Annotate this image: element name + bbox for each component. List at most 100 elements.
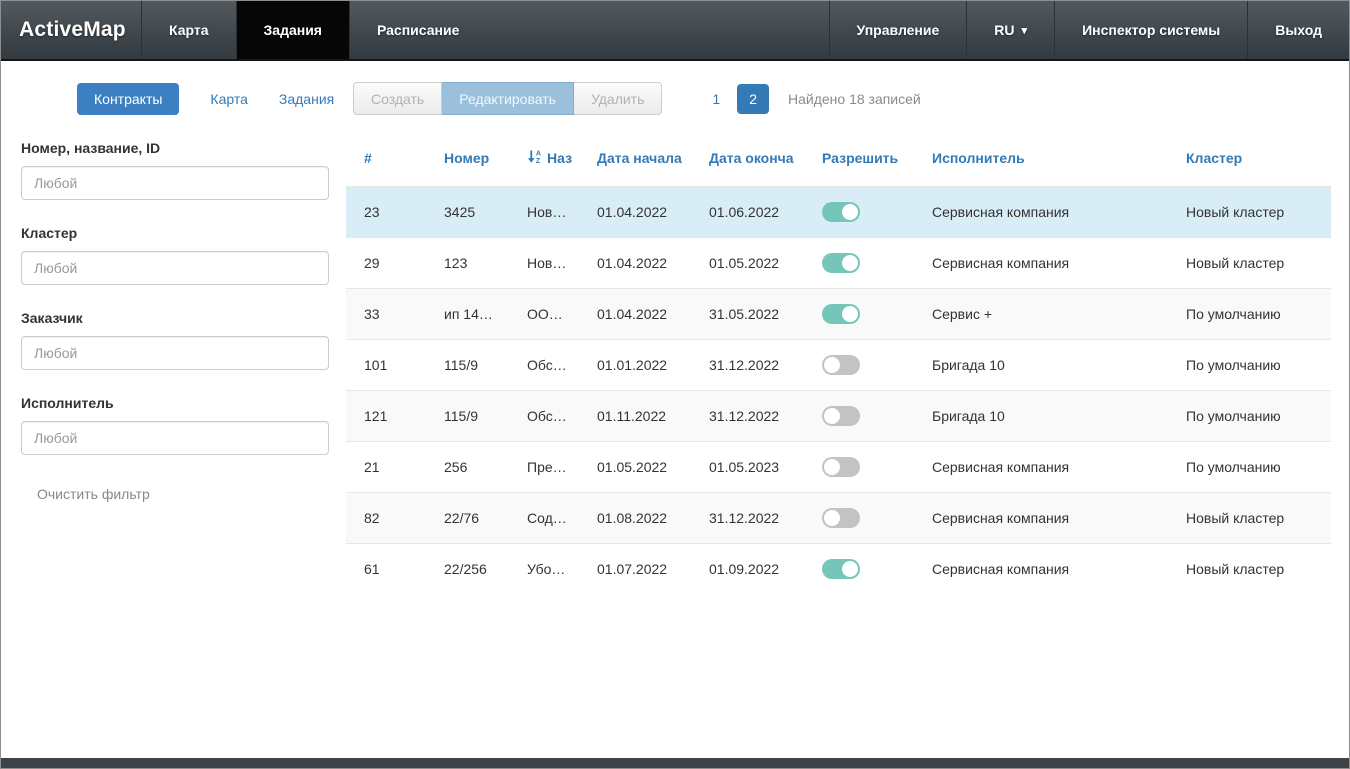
- cell-executor: Бригада 10: [914, 391, 1168, 442]
- top-navbar: ActiveMap Карта Задания Расписание Управ…: [1, 1, 1349, 61]
- table-row[interactable]: 61 22/256 Убо… 01.07.2022 01.09.2022 Сер…: [346, 544, 1331, 595]
- cell-allowed: [804, 289, 914, 340]
- cell-cluster: Новый кластер: [1168, 493, 1331, 544]
- toggle-knob: [824, 459, 840, 475]
- caret-down-icon: ▾: [1022, 26, 1028, 37]
- allow-toggle[interactable]: [822, 406, 860, 426]
- table-header: # Номер A Z: [346, 136, 1331, 187]
- language-label: RU: [994, 22, 1014, 38]
- column-header-cluster[interactable]: Кластер: [1168, 136, 1331, 187]
- nav-tab-schedule[interactable]: Расписание: [349, 1, 486, 59]
- column-header-executor[interactable]: Исполнитель: [914, 136, 1168, 187]
- column-header-date-start[interactable]: Дата начала: [579, 136, 691, 187]
- nav-item-logout[interactable]: Выход: [1247, 1, 1349, 59]
- table-row[interactable]: 29 123 Нов… 01.04.2022 01.05.2022 Сервис…: [346, 238, 1331, 289]
- cell-executor: Сервисная компания: [914, 238, 1168, 289]
- cell-executor: Сервисная компания: [914, 544, 1168, 595]
- number-name-id-input[interactable]: [21, 166, 329, 200]
- cell-allowed: [804, 340, 914, 391]
- cell-number: 115/9: [426, 391, 509, 442]
- cell-name: Пре…: [509, 442, 579, 493]
- table-row[interactable]: 23 3425 Нов… 01.04.2022 01.06.2022 Серви…: [346, 187, 1331, 238]
- cell-name: Убо…: [509, 544, 579, 595]
- allow-toggle[interactable]: [822, 304, 860, 324]
- cell-number: 22/76: [426, 493, 509, 544]
- nav-tab-tasks[interactable]: Задания: [236, 1, 349, 59]
- cell-date-start: 01.08.2022: [579, 493, 691, 544]
- cell-name: Обс…: [509, 391, 579, 442]
- app-logo: ActiveMap: [1, 1, 141, 59]
- edit-button[interactable]: Редактировать: [442, 82, 574, 115]
- page-2-active[interactable]: 2: [737, 84, 769, 114]
- sidebar-tab-contracts[interactable]: Контракты: [77, 83, 179, 115]
- cell-name: Сод…: [509, 493, 579, 544]
- cell-name: Обс…: [509, 340, 579, 391]
- table-row[interactable]: 121 115/9 Обс… 01.11.2022 31.12.2022 Бри…: [346, 391, 1331, 442]
- table-row[interactable]: 21 256 Пре… 01.05.2022 01.05.2023 Сервис…: [346, 442, 1331, 493]
- allow-toggle[interactable]: [822, 253, 860, 273]
- sidebar-tab-map[interactable]: Карта: [210, 91, 247, 107]
- allow-toggle[interactable]: [822, 457, 860, 477]
- column-header-allowed[interactable]: Разрешить: [804, 136, 914, 187]
- column-header-number[interactable]: Номер: [426, 136, 509, 187]
- bottom-status-strip: [1, 758, 1349, 768]
- filter-label: Исполнитель: [21, 395, 346, 411]
- cell-allowed: [804, 493, 914, 544]
- cell-id: 121: [346, 391, 426, 442]
- cell-allowed: [804, 442, 914, 493]
- filter-sidebar: Контракты Карта Задания Номер, название,…: [1, 61, 346, 758]
- cell-executor: Бригада 10: [914, 340, 1168, 391]
- cell-number: 123: [426, 238, 509, 289]
- create-button[interactable]: Создать: [353, 82, 442, 115]
- column-header-date-end[interactable]: Дата оконча: [691, 136, 804, 187]
- cell-cluster: Новый кластер: [1168, 238, 1331, 289]
- toggle-knob: [824, 357, 840, 373]
- table-row[interactable]: 101 115/9 Обс… 01.01.2022 31.12.2022 Бри…: [346, 340, 1331, 391]
- cell-date-start: 01.07.2022: [579, 544, 691, 595]
- cell-executor: Сервисная компания: [914, 187, 1168, 238]
- clear-filter-link[interactable]: Очистить фильтр: [37, 486, 150, 502]
- nav-item-management[interactable]: Управление: [829, 1, 967, 59]
- filter-label: Номер, название, ID: [21, 140, 346, 156]
- cell-id: 29: [346, 238, 426, 289]
- allow-toggle[interactable]: [822, 508, 860, 528]
- cell-allowed: [804, 391, 914, 442]
- allow-toggle[interactable]: [822, 355, 860, 375]
- column-header-id[interactable]: #: [346, 136, 426, 187]
- cell-date-start: 01.04.2022: [579, 187, 691, 238]
- cell-date-start: 01.04.2022: [579, 289, 691, 340]
- nav-item-language[interactable]: RU ▾: [966, 1, 1054, 59]
- table-row[interactable]: 33 ип 14… ОО… 01.04.2022 31.05.2022 Серв…: [346, 289, 1331, 340]
- delete-button[interactable]: Удалить: [574, 82, 662, 115]
- cell-executor: Сервис +: [914, 289, 1168, 340]
- cell-cluster: По умолчанию: [1168, 442, 1331, 493]
- app-window: ActiveMap Карта Задания Расписание Управ…: [0, 0, 1350, 769]
- page-1-link[interactable]: 1: [701, 85, 731, 113]
- cell-allowed: [804, 238, 914, 289]
- cell-cluster: По умолчанию: [1168, 391, 1331, 442]
- toggle-knob: [842, 255, 858, 271]
- cell-cluster: Новый кластер: [1168, 544, 1331, 595]
- allow-toggle[interactable]: [822, 202, 860, 222]
- customer-input[interactable]: [21, 336, 329, 370]
- cell-date-end: 31.12.2022: [691, 493, 804, 544]
- executor-input[interactable]: [21, 421, 329, 455]
- toggle-knob: [842, 561, 858, 577]
- filter-label: Заказчик: [21, 310, 346, 326]
- allow-toggle[interactable]: [822, 559, 860, 579]
- column-header-name[interactable]: A Z Наз: [509, 136, 579, 187]
- cell-date-end: 31.05.2022: [691, 289, 804, 340]
- cell-number: ип 14…: [426, 289, 509, 340]
- cell-cluster: По умолчанию: [1168, 289, 1331, 340]
- cell-number: 3425: [426, 187, 509, 238]
- contracts-table-body: 23 3425 Нов… 01.04.2022 01.06.2022 Серви…: [346, 187, 1331, 595]
- table-row[interactable]: 82 22/76 Сод… 01.08.2022 31.12.2022 Серв…: [346, 493, 1331, 544]
- nav-item-system-inspector[interactable]: Инспектор системы: [1054, 1, 1247, 59]
- cell-name: ОО…: [509, 289, 579, 340]
- cluster-input[interactable]: [21, 251, 329, 285]
- cell-name: Нов…: [509, 238, 579, 289]
- toggle-knob: [842, 204, 858, 220]
- contracts-table: # Номер A Z: [346, 136, 1331, 594]
- nav-tab-map[interactable]: Карта: [141, 1, 236, 59]
- sidebar-tab-tasks[interactable]: Задания: [279, 91, 334, 107]
